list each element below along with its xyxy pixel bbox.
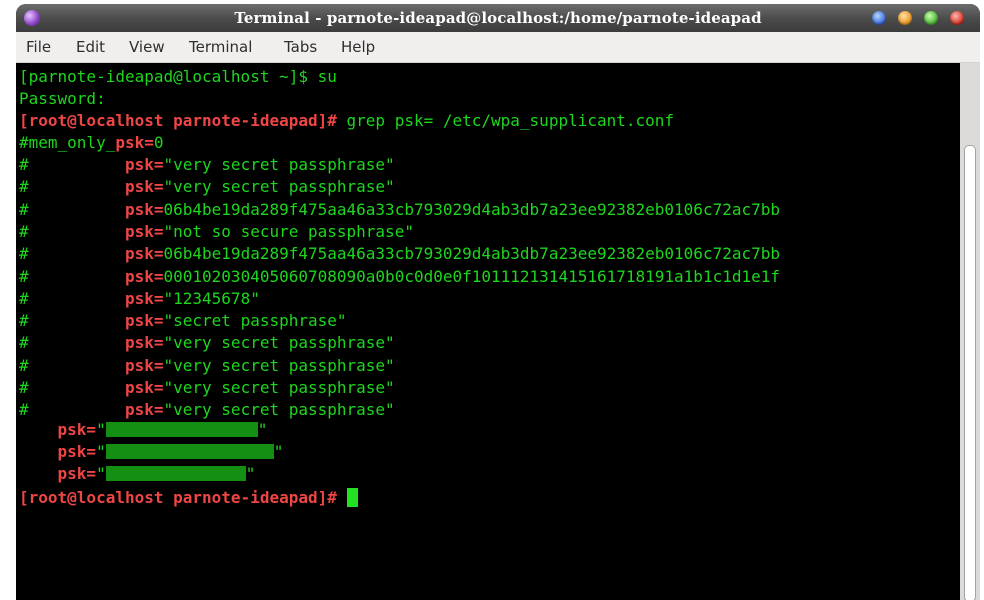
psk-key: psk= bbox=[124, 333, 164, 353]
psk-key: psk= bbox=[124, 199, 164, 219]
command-text: grep psk= /etc/wpa_supplicant.conf bbox=[336, 111, 675, 130]
psk-key: psk= bbox=[115, 133, 154, 152]
psk-value: "very secret passphrase" bbox=[163, 155, 395, 174]
psk-value: "secret passphrase" bbox=[163, 311, 347, 331]
terminal-line: # psk="not so secure passphrase" bbox=[19, 221, 414, 243]
menu-file[interactable]: File bbox=[26, 38, 51, 56]
comment-hash: # bbox=[19, 155, 29, 174]
redaction-block bbox=[105, 422, 258, 437]
root-prompt: [root@localhost parnote-ideapad]# bbox=[19, 488, 337, 507]
terminal-line: #mem_only_psk=0 bbox=[19, 132, 164, 154]
comment-hash: # bbox=[19, 199, 29, 219]
menu-bar: File Edit View Terminal Tabs Help bbox=[16, 32, 980, 63]
psk-value: 06b4be19da289f475aa46a33cb793029d4ab3db7… bbox=[163, 199, 781, 219]
psk-key: psk= bbox=[57, 464, 97, 483]
psk-key: psk= bbox=[124, 400, 164, 420]
psk-value: 000102030405060708090a0b0c0d0e0f10111213… bbox=[163, 266, 781, 286]
output-prefix: #mem_only_ bbox=[19, 133, 116, 152]
psk-value: "very secret passphrase" bbox=[163, 333, 395, 353]
psk-key: psk= bbox=[57, 442, 97, 461]
terminal-line: # psk="very secret passphrase" bbox=[19, 377, 395, 399]
maximize-button-icon[interactable] bbox=[924, 11, 938, 25]
psk-key: psk= bbox=[124, 266, 164, 286]
psk-key: psk= bbox=[124, 378, 164, 397]
redaction-block bbox=[105, 444, 274, 459]
psk-key: psk= bbox=[124, 177, 164, 197]
minimize-button-icon[interactable] bbox=[898, 11, 912, 25]
psk-key: psk= bbox=[124, 288, 164, 308]
open-quote: " bbox=[96, 464, 106, 483]
window-title: Terminal - parnote-ideapad@localhost:/ho… bbox=[234, 9, 762, 27]
terminal-output[interactable]: [parnote-ideapad@localhost ~]$ su Passwo… bbox=[16, 63, 960, 600]
psk-key: psk= bbox=[124, 221, 164, 241]
comment-hash: # bbox=[19, 177, 29, 197]
psk-value: "very secret passphrase" bbox=[163, 378, 395, 397]
menu-tabs[interactable]: Tabs bbox=[284, 38, 317, 56]
psk-value: "very secret passphrase" bbox=[163, 355, 395, 375]
user-prompt: [parnote-ideapad@localhost ~]$ bbox=[19, 67, 308, 86]
comment-hash: # bbox=[19, 221, 29, 241]
menu-help[interactable]: Help bbox=[341, 38, 375, 56]
comment-hash: # bbox=[19, 355, 29, 375]
terminal-line: psk=" " bbox=[19, 441, 284, 463]
terminal-line: # psk=06b4be19da289f475aa46a33cb793029d4… bbox=[19, 243, 780, 265]
menu-button-icon[interactable] bbox=[872, 11, 886, 25]
psk-key: psk= bbox=[124, 155, 164, 174]
terminal-line: # psk="very secret passphrase" bbox=[19, 355, 395, 377]
terminal-line: [parnote-ideapad@localhost ~]$ su bbox=[19, 66, 337, 88]
terminal-line: # psk="secret passphrase" bbox=[19, 310, 347, 332]
psk-key: psk= bbox=[57, 420, 97, 439]
open-quote: " bbox=[96, 442, 106, 461]
menu-edit[interactable]: Edit bbox=[76, 38, 105, 56]
vertical-scrollbar[interactable] bbox=[960, 63, 980, 600]
close-quote: " bbox=[273, 442, 284, 461]
terminal-line: # psk="very secret passphrase" bbox=[19, 399, 395, 421]
terminal-line: # psk="very secret passphrase" bbox=[19, 154, 395, 176]
comment-hash: # bbox=[19, 400, 29, 420]
terminal-line: # psk="12345678" bbox=[19, 288, 260, 310]
psk-value: "12345678" bbox=[163, 288, 260, 308]
psk-value: 06b4be19da289f475aa46a33cb793029d4ab3db7… bbox=[163, 244, 781, 264]
terminal-line: # psk="very secret passphrase" bbox=[19, 332, 395, 354]
terminal-line: psk=" " bbox=[19, 419, 268, 441]
comment-hash: # bbox=[19, 311, 29, 331]
menu-terminal[interactable]: Terminal bbox=[189, 38, 252, 56]
terminal-line: psk=" " bbox=[19, 463, 256, 485]
psk-value: "not so secure passphrase" bbox=[163, 221, 414, 241]
terminal-line: [root@localhost parnote-ideapad]# grep p… bbox=[19, 110, 674, 132]
scrollbar-thumb[interactable] bbox=[964, 145, 976, 600]
terminal-line: Password: bbox=[19, 89, 106, 108]
comment-hash: # bbox=[19, 288, 29, 308]
open-quote: " bbox=[96, 420, 106, 439]
terminal-window: Terminal - parnote-ideapad@localhost:/ho… bbox=[16, 4, 980, 600]
terminal-line: # psk=06b4be19da289f475aa46a33cb793029d4… bbox=[19, 199, 780, 221]
terminal-line: # psk=000102030405060708090a0b0c0d0e0f10… bbox=[19, 266, 780, 288]
command-text: su bbox=[307, 67, 337, 86]
comment-hash: # bbox=[19, 333, 29, 353]
comment-hash: # bbox=[19, 266, 29, 286]
title-bar[interactable]: Terminal - parnote-ideapad@localhost:/ho… bbox=[16, 4, 980, 32]
terminal-line: # psk="very secret passphrase" bbox=[19, 176, 395, 198]
psk-key: psk= bbox=[124, 244, 164, 264]
menu-view[interactable]: View bbox=[129, 38, 165, 56]
close-quote: " bbox=[257, 420, 268, 439]
root-prompt: [root@localhost parnote-ideapad]# bbox=[19, 111, 337, 130]
terminal-line: [root@localhost parnote-ideapad]# bbox=[19, 487, 358, 509]
psk-key: psk= bbox=[124, 355, 164, 375]
close-quote: " bbox=[245, 464, 256, 483]
psk-key: psk= bbox=[124, 311, 164, 331]
comment-hash: # bbox=[19, 244, 29, 264]
comment-hash: # bbox=[19, 378, 29, 397]
psk-value: "very secret passphrase" bbox=[163, 177, 395, 197]
close-button-icon[interactable] bbox=[950, 11, 964, 25]
text-cursor bbox=[346, 488, 358, 507]
redaction-block bbox=[105, 466, 246, 481]
psk-value: "very secret passphrase" bbox=[163, 400, 395, 420]
psk-value: 0 bbox=[153, 133, 164, 152]
